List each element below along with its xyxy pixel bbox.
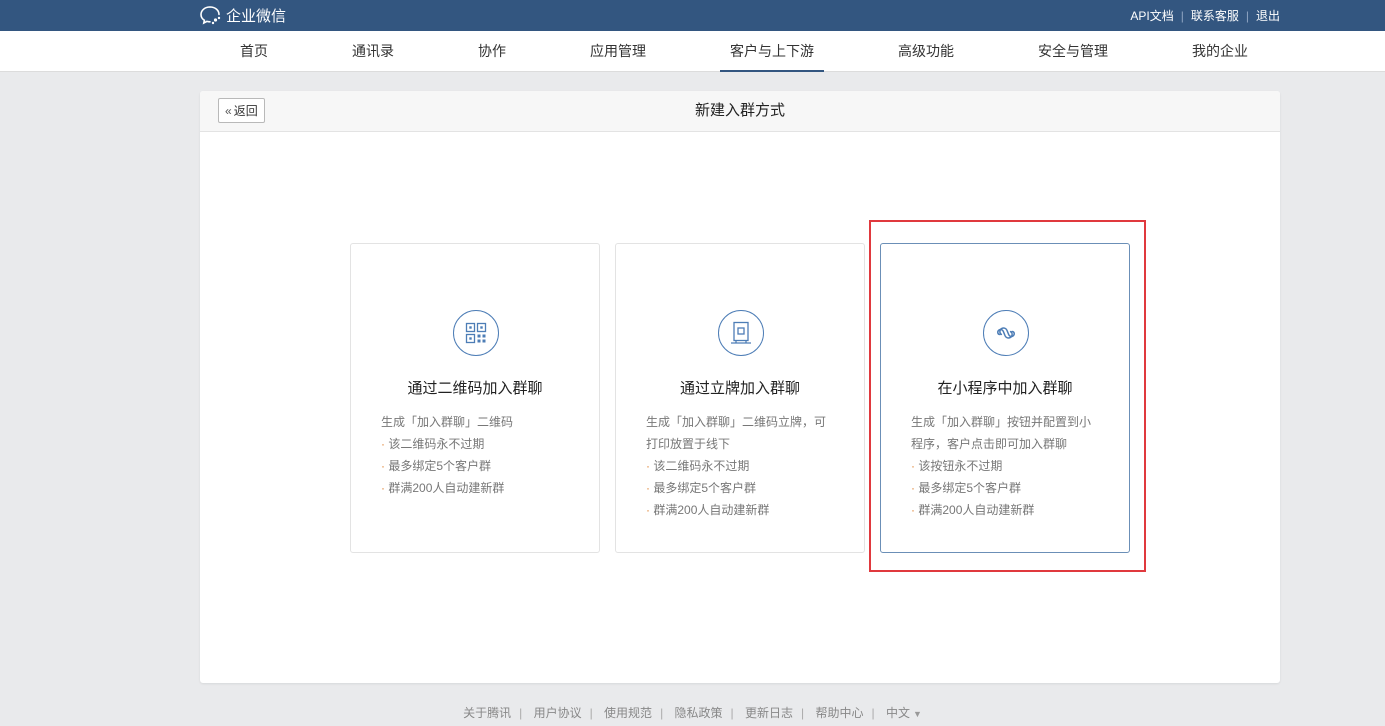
card-qrcode[interactable]: 通过二维码加入群聊 生成「加入群聊」二维码 该二维码永不过期 最多绑定5个客户群…	[350, 243, 600, 553]
card-mini-program[interactable]: 在小程序中加入群聊 生成「加入群聊」按钮并配置到小 程序，客户点击即可加入群聊 …	[880, 243, 1130, 553]
card-title: 通过二维码加入群聊	[407, 380, 543, 397]
main-nav: 首页 通讯录 协作 应用管理 客户与上下游 高级功能 安全与管理 我的企业	[0, 31, 1385, 72]
card-title: 在小程序中加入群聊	[937, 380, 1073, 397]
wework-logo-icon	[200, 6, 221, 25]
nav-app-management[interactable]: 应用管理	[580, 31, 656, 72]
separator: |	[1180, 8, 1184, 23]
separator: |	[730, 706, 734, 720]
logout-link[interactable]: 退出	[1256, 7, 1280, 24]
qrcode-icon	[453, 310, 499, 356]
panel-header: « 返回 新建入群方式	[200, 91, 1280, 132]
nav-contacts[interactable]: 通讯录	[342, 31, 404, 72]
card-bullet: 群满200人自动建新群	[381, 477, 577, 499]
api-docs-link[interactable]: API文档	[1130, 7, 1173, 24]
top-bar: 企业微信 API文档 | 联系客服 | 退出	[0, 0, 1385, 31]
footer: 关于腾讯 | 用户协议 | 使用规范 | 隐私政策 | 更新日志 | 帮助中心 | 中文 ▼	[0, 704, 1385, 721]
content-panel: « 返回 新建入群方式 通过二维码加入群聊 生成「加入群聊」二维码 该二维码永不	[200, 91, 1280, 683]
card-intro: 生成「加入群聊」二维码	[381, 415, 514, 429]
card-description: 生成「加入群聊」按钮并配置到小 程序，客户点击即可加入群聊 该按钮永不过期 最多…	[911, 411, 1107, 521]
separator: |	[660, 706, 664, 720]
card-intro: 程序，客户点击即可加入群聊	[911, 437, 1068, 451]
separator: |	[801, 706, 805, 720]
separator: |	[589, 706, 593, 720]
card-intro: 打印放置于线下	[646, 437, 731, 451]
separator: |	[1245, 8, 1249, 23]
mini-program-icon	[983, 310, 1029, 356]
nav-security[interactable]: 安全与管理	[1028, 31, 1118, 72]
card-bullet: 群满200人自动建新群	[646, 499, 842, 521]
footer-changelog-link[interactable]: 更新日志	[745, 706, 793, 720]
card-standee[interactable]: 通过立牌加入群聊 生成「加入群聊」二维码立牌，可 打印放置于线下 该二维码永不过…	[615, 243, 865, 553]
card-bullet: 最多绑定5个客户群	[911, 477, 1107, 499]
nav-customers[interactable]: 客户与上下游	[720, 31, 824, 72]
footer-about-link[interactable]: 关于腾讯	[463, 706, 511, 720]
card-title: 通过立牌加入群聊	[679, 380, 800, 397]
standee-icon	[718, 310, 764, 356]
separator: |	[519, 706, 523, 720]
card-description: 生成「加入群聊」二维码立牌，可 打印放置于线下 该二维码永不过期 最多绑定5个客…	[646, 411, 842, 521]
language-selector[interactable]: 中文 ▼	[886, 706, 922, 720]
card-intro: 生成「加入群聊」二维码立牌，可	[646, 415, 827, 429]
top-links: API文档 | 联系客服 | 退出	[1130, 0, 1280, 31]
contact-support-link[interactable]: 联系客服	[1191, 7, 1239, 24]
page-title: 新建入群方式	[694, 102, 785, 119]
card-bullet: 最多绑定5个客户群	[646, 477, 842, 499]
nav-home[interactable]: 首页	[230, 31, 278, 72]
footer-help-link[interactable]: 帮助中心	[816, 706, 864, 720]
card-description: 生成「加入群聊」二维码 该二维码永不过期 最多绑定5个客户群 群满200人自动建…	[381, 411, 577, 499]
footer-privacy-link[interactable]: 隐私政策	[675, 706, 723, 720]
card-bullet: 该二维码永不过期	[381, 433, 577, 455]
card-bullet: 群满200人自动建新群	[911, 499, 1107, 521]
footer-usage-rules-link[interactable]: 使用规范	[604, 706, 652, 720]
card-bullet: 该二维码永不过期	[646, 455, 842, 477]
nav-advanced[interactable]: 高级功能	[888, 31, 964, 72]
card-bullet: 最多绑定5个客户群	[381, 455, 577, 477]
footer-user-agreement-link[interactable]: 用户协议	[534, 706, 582, 720]
app-logo[interactable]: 企业微信	[200, 5, 286, 25]
app-name: 企业微信	[226, 7, 287, 25]
nav-my-enterprise[interactable]: 我的企业	[1182, 31, 1258, 72]
card-intro: 生成「加入群聊」按钮并配置到小	[911, 415, 1092, 429]
card-bullet: 该按钮永不过期	[911, 455, 1107, 477]
language-label: 中文	[885, 706, 910, 720]
separator: |	[871, 706, 875, 720]
caret-down-icon: ▼	[913, 709, 922, 719]
nav-collaboration[interactable]: 协作	[468, 31, 516, 72]
